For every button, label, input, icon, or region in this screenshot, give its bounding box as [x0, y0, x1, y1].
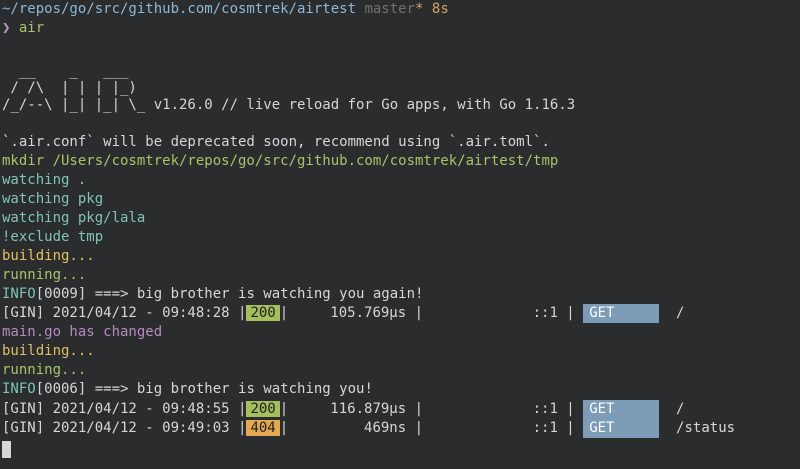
- request-prefix: [GIN] 2021/04/12 - 09:49:03 |: [2, 420, 247, 436]
- status-badge: 404: [246, 420, 280, 436]
- building-line: building...: [2, 343, 95, 359]
- command-duration: 8s: [431, 1, 449, 17]
- request-path: /: [659, 401, 685, 417]
- git-dirty-marker: *: [415, 1, 424, 17]
- request-path: /status: [659, 420, 736, 436]
- method-badge: GET: [583, 304, 660, 323]
- prompt-symbol: ❯: [2, 20, 11, 36]
- request-latency: | 116.879µs | ::1 |: [279, 401, 575, 417]
- info-line: INFO[0009] ===> big brother is watching …: [2, 285, 423, 304]
- status-badge: 200: [246, 305, 280, 321]
- running-line: running...: [2, 267, 87, 283]
- watching-line: watching pkg/lala: [2, 210, 146, 226]
- mkdir-line: mkdir /Users/cosmtrek/repos/go/src/githu…: [2, 153, 559, 169]
- banner-logo: /_/--\ |_| |_| \_: [2, 97, 154, 113]
- command-line: ❯ air: [2, 19, 44, 38]
- exclude-line: !exclude tmp: [2, 229, 104, 245]
- prompt-line: ~/repos/go/src/github.com/cosmtrek/airte…: [2, 0, 449, 19]
- request-log-row: [GIN] 2021/04/12 - 09:48:28 | 200 | 105.76…: [2, 304, 684, 323]
- terminal-window[interactable]: ~/repos/go/src/github.com/cosmtrek/airte…: [0, 0, 800, 469]
- request-prefix: [GIN] 2021/04/12 - 09:48:55 |: [2, 401, 247, 417]
- file-changed-line: main.go has changed: [2, 324, 163, 340]
- info-prefix: INFO: [2, 286, 36, 302]
- info-message: ===> big brother is watching you!: [86, 381, 373, 397]
- request-log-row: [GIN] 2021/04/12 - 09:48:55 | 200 | 116.87…: [2, 400, 684, 419]
- method-badge: GET: [583, 419, 660, 438]
- running-line: running...: [2, 362, 87, 378]
- terminal-cursor[interactable]: [2, 441, 11, 458]
- watching-line: watching pkg: [2, 191, 104, 207]
- info-prefix: INFO: [2, 381, 36, 397]
- status-badge: 200: [246, 401, 280, 417]
- request-log-row: [GIN] 2021/04/12 - 09:49:03 | 404 | 469ns …: [2, 419, 735, 438]
- method-badge: GET: [583, 400, 660, 419]
- info-code: [0006]: [35, 381, 87, 397]
- watching-line: watching .: [2, 172, 87, 188]
- info-message: ===> big brother is watching you again!: [86, 286, 424, 302]
- prompt-path: ~/repos/go/src/github.com/cosmtrek/airte…: [2, 1, 357, 17]
- info-code: [0009]: [35, 286, 87, 302]
- info-line: INFO[0006] ===> big brother is watching …: [2, 380, 373, 399]
- git-branch: master: [364, 1, 416, 17]
- command-text: air: [18, 20, 45, 36]
- building-line: building...: [2, 248, 95, 264]
- request-prefix: [GIN] 2021/04/12 - 09:48:28 |: [2, 305, 247, 321]
- request-latency: | 105.769µs | ::1 |: [279, 305, 575, 321]
- request-latency: | 469ns | ::1 |: [279, 420, 575, 436]
- banner-version: v1.26.0 // live reload for Go apps, with…: [153, 97, 576, 113]
- request-path: /: [659, 305, 685, 321]
- banner-line-3: /_/--\ |_| |_| \_ v1.26.0 // live reload…: [2, 96, 575, 115]
- deprecation-notice: `.air.conf` will be deprecated soon, rec…: [2, 134, 550, 150]
